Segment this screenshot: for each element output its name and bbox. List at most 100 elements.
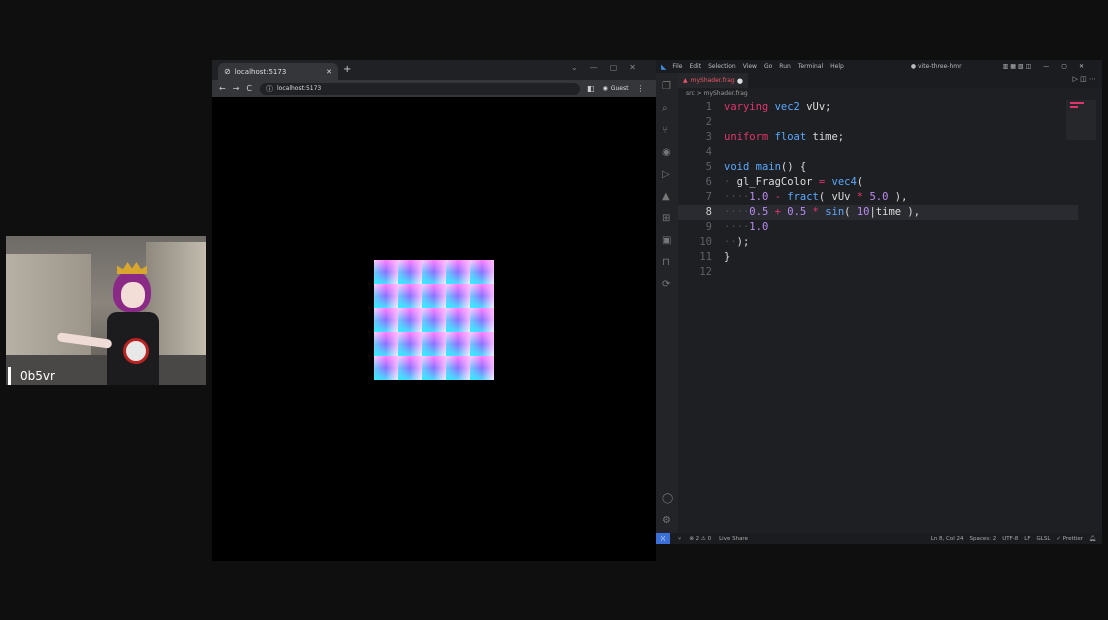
browser-tab-title: localhost:5173: [234, 67, 287, 76]
code-line[interactable]: 6 · gl_FragColor = vec4(: [678, 175, 1078, 190]
remote-icon[interactable]: ⟩⟨: [656, 533, 670, 544]
back-icon[interactable]: ←: [219, 84, 226, 93]
building-left: [6, 254, 91, 369]
shader-grid-cell: [470, 284, 494, 308]
remote-explorer-icon[interactable]: ▣: [662, 235, 671, 246]
window-controls[interactable]: ⌄—▢✕: [571, 63, 648, 72]
close-tab-icon[interactable]: ✕: [326, 68, 332, 76]
browser-window: ⊘ localhost:5173 ✕ + ⌄—▢✕ ← → C ⓘ localh…: [212, 60, 656, 561]
settings-gear-icon[interactable]: ⚙: [662, 515, 671, 526]
status-bar: ⟩⟨ ⑂ ⊗ 2 ⚠ 0 Live Share Ln 8, Col 24 Spa…: [656, 533, 1102, 544]
browser-toolbar: ← → C ⓘ localhost:5173 ◧ ◉ Guest ⋮: [212, 80, 656, 97]
address-bar[interactable]: ⓘ localhost:5173: [260, 82, 580, 95]
shader-grid-cell: [374, 284, 398, 308]
code-line[interactable]: 7 ····1.0 - fract( vUv * 5.0 ),: [678, 190, 1078, 205]
profile-label: Guest: [610, 85, 629, 92]
menu-run[interactable]: Run: [779, 63, 791, 70]
cursor-position[interactable]: Ln 8, Col 24: [931, 536, 964, 542]
source-control-icon[interactable]: ⑂: [662, 125, 668, 136]
notifications-bell-icon[interactable]: 🔔︎: [1089, 536, 1096, 542]
info-icon[interactable]: ⓘ: [266, 84, 273, 94]
menu-selection[interactable]: Selection: [708, 63, 736, 70]
code-editor[interactable]: 1 varying vec2 vUv; 2 3 uniform float ti…: [678, 100, 1078, 530]
shader-canvas: [374, 260, 494, 380]
bookmark-icon[interactable]: ⊓: [662, 257, 670, 268]
shader-grid-cell: [398, 284, 422, 308]
github-icon[interactable]: ◉: [662, 147, 671, 158]
run-debug-icon[interactable]: ▷: [662, 169, 670, 180]
editor-actions-icon[interactable]: ▷ ◫ ⋯: [1073, 75, 1096, 83]
shader-grid-cell: [446, 308, 470, 332]
live-share-button[interactable]: Live Share: [719, 536, 748, 542]
shader-grid-cell: [422, 332, 446, 356]
code-line[interactable]: 2: [678, 115, 1078, 130]
menu-kebab-icon[interactable]: ⋮: [636, 84, 644, 93]
shader-grid-cell: [446, 332, 470, 356]
problems-count[interactable]: ⊗ 2 ⚠ 0: [689, 536, 711, 542]
layout-controls-icon[interactable]: ▥▦▧◫: [1003, 63, 1034, 70]
sidebar-icon[interactable]: ◧: [587, 84, 595, 93]
shader-grid-cell: [422, 284, 446, 308]
shader-grid-cell: [446, 284, 470, 308]
shader-grid-cell: [470, 332, 494, 356]
shader-grid-cell: [374, 260, 398, 284]
prettier-status[interactable]: ✓ Prettier: [1056, 536, 1083, 542]
menu-help[interactable]: Help: [830, 63, 844, 70]
explorer-icon[interactable]: ❐: [662, 81, 671, 92]
extensions-icon[interactable]: ⊞: [662, 213, 670, 224]
activity-bar: ❐ ⌕ ⑂ ◉ ▷ ▲ ⊞ ▣ ⊓ ⟳ ◯ ⚙: [656, 73, 678, 533]
code-line[interactable]: 3 uniform float time;: [678, 130, 1078, 145]
code-line[interactable]: 11 }: [678, 250, 1078, 265]
browser-tab[interactable]: ⊘ localhost:5173 ✕: [218, 63, 338, 80]
project-title: ● vite-three-hmr: [910, 63, 962, 70]
minimap[interactable]: [1066, 100, 1096, 140]
code-line[interactable]: 1 varying vec2 vUv;: [678, 100, 1078, 115]
shader-grid-cell: [398, 332, 422, 356]
shader-grid-cell: [470, 260, 494, 284]
menu-edit[interactable]: Edit: [689, 63, 701, 70]
menu-go[interactable]: Go: [764, 63, 772, 70]
shader-grid-cell: [422, 308, 446, 332]
editor-tab[interactable]: ▲ myShader.frag ●: [678, 73, 748, 88]
encoding[interactable]: UTF-8: [1002, 536, 1018, 542]
code-line[interactable]: 10 ··);: [678, 235, 1078, 250]
reload-icon[interactable]: C: [246, 84, 252, 93]
menu-file[interactable]: File: [672, 63, 682, 70]
profile-button[interactable]: ◉ Guest: [603, 85, 629, 92]
shader-grid-cell: [374, 308, 398, 332]
shader-grid-cell: [398, 308, 422, 332]
glsl-file-icon: ▲: [683, 77, 688, 84]
address-bar-url: localhost:5173: [277, 85, 322, 92]
code-line[interactable]: 12: [678, 265, 1078, 280]
shader-grid-cell: [374, 356, 398, 380]
code-line[interactable]: 9 ····1.0: [678, 220, 1078, 235]
shader-grid-cell: [446, 260, 470, 284]
shader-grid-cell: [422, 356, 446, 380]
language-mode[interactable]: GLSL: [1037, 536, 1051, 542]
code-line-current[interactable]: 8 ····0.5 + 0.5 * sin( 10|time ),: [678, 205, 1078, 220]
breadcrumb[interactable]: src > myShader.frag: [686, 90, 748, 97]
account-icon[interactable]: ◯: [662, 493, 673, 504]
shader-grid-cell: [422, 260, 446, 284]
streamer-name: 0b5vr: [8, 367, 55, 385]
vtuber-avatar: [56, 256, 171, 385]
docker-icon[interactable]: ▲: [662, 191, 670, 202]
shader-grid-cell: [398, 356, 422, 380]
vscode-logo-icon: ◣: [661, 62, 667, 71]
new-tab-button[interactable]: +: [343, 64, 351, 75]
code-line[interactable]: 4: [678, 145, 1078, 160]
globe-icon: ⊘: [224, 67, 231, 76]
window-controls[interactable]: —▢✕: [1043, 63, 1096, 70]
forward-icon[interactable]: →: [233, 84, 240, 93]
unsaved-dot-icon[interactable]: ●: [737, 77, 743, 85]
end-of-line[interactable]: LF: [1024, 536, 1030, 542]
menu-view[interactable]: View: [743, 63, 757, 70]
browser-tab-strip: ⊘ localhost:5173 ✕ + ⌄—▢✕: [212, 60, 656, 80]
search-icon[interactable]: ⌕: [662, 103, 668, 114]
live-share-icon[interactable]: ⟳: [662, 279, 670, 290]
menu-terminal[interactable]: Terminal: [798, 63, 823, 70]
code-line[interactable]: 5 void main() {: [678, 160, 1078, 175]
branch-icon[interactable]: ⑂: [678, 536, 681, 542]
shader-grid-cell: [470, 356, 494, 380]
indentation[interactable]: Spaces: 2: [970, 536, 997, 542]
